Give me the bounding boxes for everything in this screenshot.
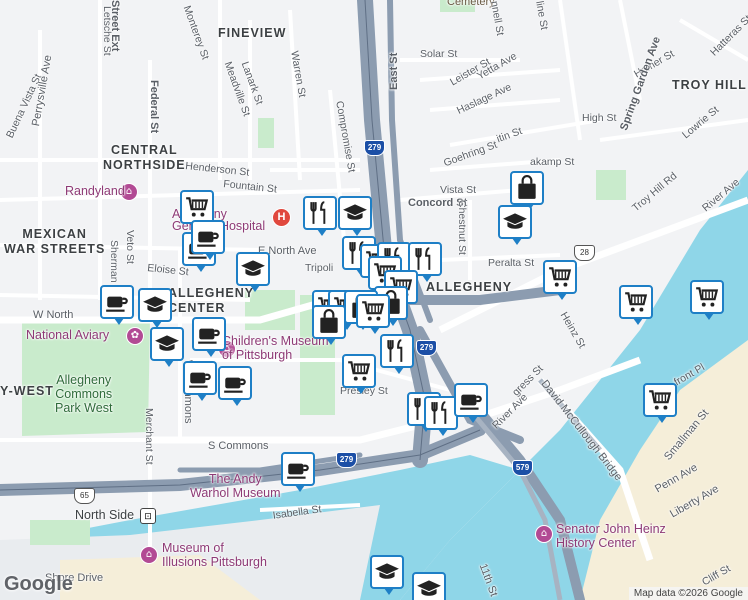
route28-shield: 28 bbox=[574, 245, 595, 261]
i279-shield: 279 bbox=[364, 140, 385, 156]
route65-shield: 65 bbox=[74, 488, 95, 504]
area-allegheny-center: ALLEGHENY CENTER bbox=[168, 286, 255, 315]
area-allegheny: ALLEGHENY bbox=[426, 280, 513, 294]
area-central-northside: CENTRAL NORTHSIDE bbox=[103, 143, 186, 172]
google-logo: Google bbox=[4, 573, 73, 595]
coffee-cup-icon bbox=[224, 377, 246, 393]
area-allegheny-west: Y-WEST bbox=[0, 384, 54, 398]
street-street-ext: Street Ext bbox=[109, 0, 121, 52]
coffee-cup-icon bbox=[189, 372, 211, 388]
shopping-bag-icon bbox=[320, 309, 338, 333]
street-kamp: akamp St bbox=[530, 156, 575, 168]
cafe-marker[interactable] bbox=[191, 220, 225, 260]
cart-icon bbox=[549, 267, 572, 287]
fork-knife-icon bbox=[387, 339, 403, 362]
poi-randyland[interactable]: Randyland bbox=[65, 184, 125, 198]
school-marker[interactable] bbox=[412, 572, 446, 600]
graduation-cap-icon bbox=[375, 563, 399, 579]
street-vista: Vista St bbox=[440, 184, 476, 196]
cart-icon bbox=[696, 287, 719, 307]
i279-shield-c: 279 bbox=[336, 452, 357, 468]
street-chestnut: Chestnut St bbox=[456, 200, 468, 255]
street-w-north: W North bbox=[33, 309, 74, 321]
street-federal: Federal St bbox=[148, 80, 160, 134]
street-solar: Solar St bbox=[420, 48, 458, 60]
map-attribution: Map data ©2026 Google bbox=[628, 587, 748, 600]
grocery-marker[interactable] bbox=[356, 294, 390, 334]
i579-shield: 579 bbox=[512, 460, 533, 476]
restaurant-marker[interactable] bbox=[303, 196, 337, 236]
cafe-marker[interactable] bbox=[281, 452, 315, 492]
cart-icon bbox=[625, 292, 648, 312]
hospital-icon[interactable]: H bbox=[272, 208, 291, 227]
graduation-cap-icon bbox=[143, 296, 167, 312]
shopping-marker[interactable] bbox=[510, 171, 544, 211]
street-high: High St bbox=[582, 112, 617, 124]
grocery-marker[interactable] bbox=[342, 354, 376, 394]
street-s-commons: S Commons bbox=[208, 440, 269, 452]
coffee-cup-icon bbox=[460, 394, 482, 410]
grocery-marker[interactable] bbox=[543, 260, 577, 300]
shopping-marker[interactable] bbox=[312, 305, 346, 345]
poi-commons-park: Allegheny Commons Park West bbox=[55, 373, 113, 415]
fork-knife-icon bbox=[310, 201, 326, 224]
school-marker[interactable] bbox=[150, 327, 184, 367]
street-peralta: Peralta St bbox=[488, 257, 535, 269]
aviary-icon[interactable]: ✿ bbox=[126, 327, 144, 345]
cart-icon bbox=[649, 390, 672, 410]
transit-icon: ⊡ bbox=[140, 508, 156, 524]
cafe-marker[interactable] bbox=[454, 383, 488, 423]
coffee-cup-icon bbox=[106, 296, 128, 312]
school-marker[interactable] bbox=[498, 205, 532, 245]
poi-north-side: North Side bbox=[75, 508, 135, 522]
fork-knife-icon bbox=[415, 247, 431, 270]
school-marker[interactable] bbox=[236, 252, 270, 292]
poi-heinz[interactable]: Senator John Heinz History Center bbox=[556, 522, 666, 550]
graduation-cap-icon bbox=[343, 204, 367, 220]
fork-knife-icon bbox=[431, 401, 447, 424]
school-marker[interactable] bbox=[138, 288, 172, 328]
graduation-cap-icon bbox=[241, 260, 265, 276]
school-marker[interactable] bbox=[338, 196, 372, 236]
cafe-marker[interactable] bbox=[183, 361, 217, 401]
school-marker[interactable] bbox=[370, 555, 404, 595]
i279-shield-b: 279 bbox=[416, 340, 437, 356]
area-fineview: FINEVIEW bbox=[218, 26, 287, 40]
coffee-cup-icon bbox=[287, 463, 309, 479]
graduation-cap-icon bbox=[503, 213, 527, 229]
graduation-cap-icon bbox=[417, 580, 441, 596]
street-east: East St bbox=[388, 52, 400, 90]
area-troy-hill: TROY HILL bbox=[672, 78, 747, 92]
grocery-marker[interactable] bbox=[643, 383, 677, 423]
illusions-icon[interactable]: ⌂ bbox=[140, 546, 158, 564]
grocery-marker[interactable] bbox=[690, 280, 724, 320]
street-merchant: Merchant St bbox=[143, 408, 155, 465]
cart-icon bbox=[348, 361, 371, 381]
map-canvas[interactable]: FINEVIEW CENTRAL NORTHSIDE MEXICAN WAR S… bbox=[0, 0, 748, 600]
poi-warhol[interactable]: The Andy Warhol Museum bbox=[190, 472, 281, 500]
coffee-cup-icon bbox=[198, 328, 220, 344]
restaurant-marker[interactable] bbox=[424, 396, 458, 436]
poi-national-aviary[interactable]: National Aviary bbox=[26, 328, 109, 342]
coffee-cup-icon bbox=[197, 231, 219, 247]
grocery-marker[interactable] bbox=[180, 190, 214, 230]
grocery-marker[interactable] bbox=[619, 285, 653, 325]
street-tripoli: Tripoli bbox=[305, 262, 334, 274]
cart-icon bbox=[362, 301, 385, 321]
heinz-icon[interactable]: ⌂ bbox=[535, 525, 553, 543]
poi-illusions[interactable]: Museum of Illusions Pittsburgh bbox=[162, 541, 267, 569]
cafe-marker[interactable] bbox=[218, 366, 252, 406]
graduation-cap-icon bbox=[155, 335, 179, 351]
cafe-marker[interactable] bbox=[100, 285, 134, 325]
cart-icon bbox=[186, 197, 209, 217]
shopping-bag-icon bbox=[518, 175, 536, 199]
restaurant-marker[interactable] bbox=[380, 334, 414, 374]
cafe-marker[interactable] bbox=[192, 317, 226, 357]
street-veto: Veto St bbox=[124, 230, 136, 264]
area-mexican-war-streets: MEXICAN WAR STREETS bbox=[4, 227, 106, 256]
